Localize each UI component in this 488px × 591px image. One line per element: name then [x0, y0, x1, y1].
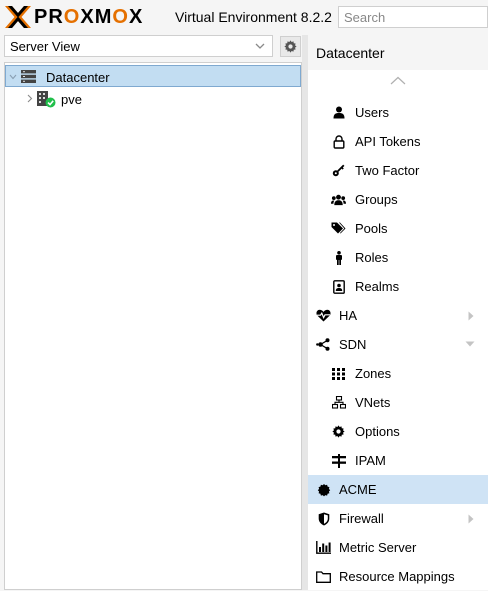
menu-item-pools[interactable]: Pools [308, 214, 488, 243]
view-settings-button[interactable] [280, 36, 301, 57]
menu-item-label: SDN [339, 337, 367, 352]
menu-item-users[interactable]: Users [308, 98, 488, 127]
menu-item-label: API Tokens [355, 134, 421, 149]
id-badge-icon [331, 279, 346, 294]
proxmox-logo[interactable]: PROXMOX [4, 5, 143, 29]
menu-item-resource-mappings[interactable]: Resource Mappings [308, 562, 488, 591]
chevron-right-icon[interactable] [468, 311, 474, 321]
tree-item-datacenter[interactable]: Datacenter [5, 65, 301, 87]
menu-item-vnets[interactable]: VNets [308, 388, 488, 417]
tree-item-pve[interactable]: pve [5, 88, 301, 110]
tree-item-label: Datacenter [46, 70, 110, 85]
menu-item-groups[interactable]: Groups [308, 185, 488, 214]
menu-item-label: Pools [355, 221, 388, 236]
resource-tree: Datacenter pve [4, 62, 302, 590]
menu-item-two-factor[interactable]: Two Factor [308, 156, 488, 185]
menu-item-label: Groups [355, 192, 398, 207]
tree-item-label: pve [61, 92, 82, 107]
sdn-icon [316, 337, 331, 352]
shield-icon [316, 511, 331, 526]
menu-item-options[interactable]: Options [308, 417, 488, 446]
menu-item-label: Users [355, 105, 389, 120]
menu-item-label: IPAM [355, 453, 386, 468]
menu-item-zones[interactable]: Zones [308, 359, 488, 388]
tags-icon [331, 221, 346, 236]
menu-item-label: VNets [355, 395, 391, 410]
datacenter-menu: Users API Tokens Two Factor Groups Pools… [308, 70, 488, 590]
page-title: Datacenter [316, 45, 385, 61]
menu-item-roles[interactable]: Roles [308, 243, 488, 272]
ipam-icon [331, 453, 346, 468]
node-online-icon [37, 91, 56, 108]
brand-wordmark: PROXMOX [34, 5, 144, 28]
users-icon [331, 192, 346, 207]
folder-icon [316, 569, 331, 584]
menu-item-label: HA [339, 308, 358, 323]
bar-chart-icon [316, 540, 331, 555]
product-version: Virtual Environment 8.2.2 [175, 9, 332, 25]
menu-item-label: Roles [355, 250, 389, 265]
scroll-up-icon[interactable] [390, 76, 406, 86]
user-icon [331, 105, 346, 120]
menu-item-api-tokens[interactable]: API Tokens [308, 127, 488, 156]
menu-item-label: Two Factor [355, 163, 420, 178]
menu-item-label: Zones [355, 366, 392, 381]
server-rack-icon [21, 70, 36, 83]
menu-item-label: Realms [355, 279, 400, 294]
menu-item-label: Options [355, 424, 400, 439]
menu-item-realms[interactable]: Realms [308, 272, 488, 301]
menu-item-label: ACME [339, 482, 377, 497]
chevron-down-icon[interactable] [465, 341, 475, 347]
menu-item-acme[interactable]: ACME [308, 475, 488, 504]
key-icon [331, 163, 346, 178]
proxmox-x-icon [5, 6, 31, 28]
menu-item-firewall[interactable]: Firewall [308, 504, 488, 533]
male-icon [331, 250, 346, 265]
grid-icon [331, 366, 346, 381]
search-input[interactable] [338, 6, 488, 28]
chevron-right-icon[interactable] [26, 94, 34, 103]
menu-item-ipam[interactable]: IPAM [308, 446, 488, 475]
gear-icon [331, 424, 346, 439]
header: PROXMOX Virtual Environment 8.2.2 [0, 0, 488, 35]
menu-item-sdn[interactable]: SDN [308, 330, 488, 359]
menu-item-label: Resource Mappings [339, 569, 455, 584]
chevron-down-icon[interactable] [9, 73, 17, 81]
menu-item-label: Metric Server [339, 540, 417, 555]
view-selector-value: Server View [10, 39, 80, 54]
heartbeat-icon [316, 308, 331, 323]
content-header: Datacenter [308, 35, 488, 70]
certificate-icon [316, 482, 331, 497]
network-icon [331, 395, 346, 410]
menu-item-metric-server[interactable]: Metric Server [308, 533, 488, 562]
chevron-right-icon[interactable] [468, 514, 474, 524]
menu-item-ha[interactable]: HA [308, 301, 488, 330]
menu-item-label: Firewall [339, 511, 384, 526]
lock-icon [331, 134, 346, 149]
view-selector[interactable]: Server View [4, 35, 273, 57]
gear-icon [284, 40, 297, 53]
chevron-down-icon [255, 43, 265, 49]
